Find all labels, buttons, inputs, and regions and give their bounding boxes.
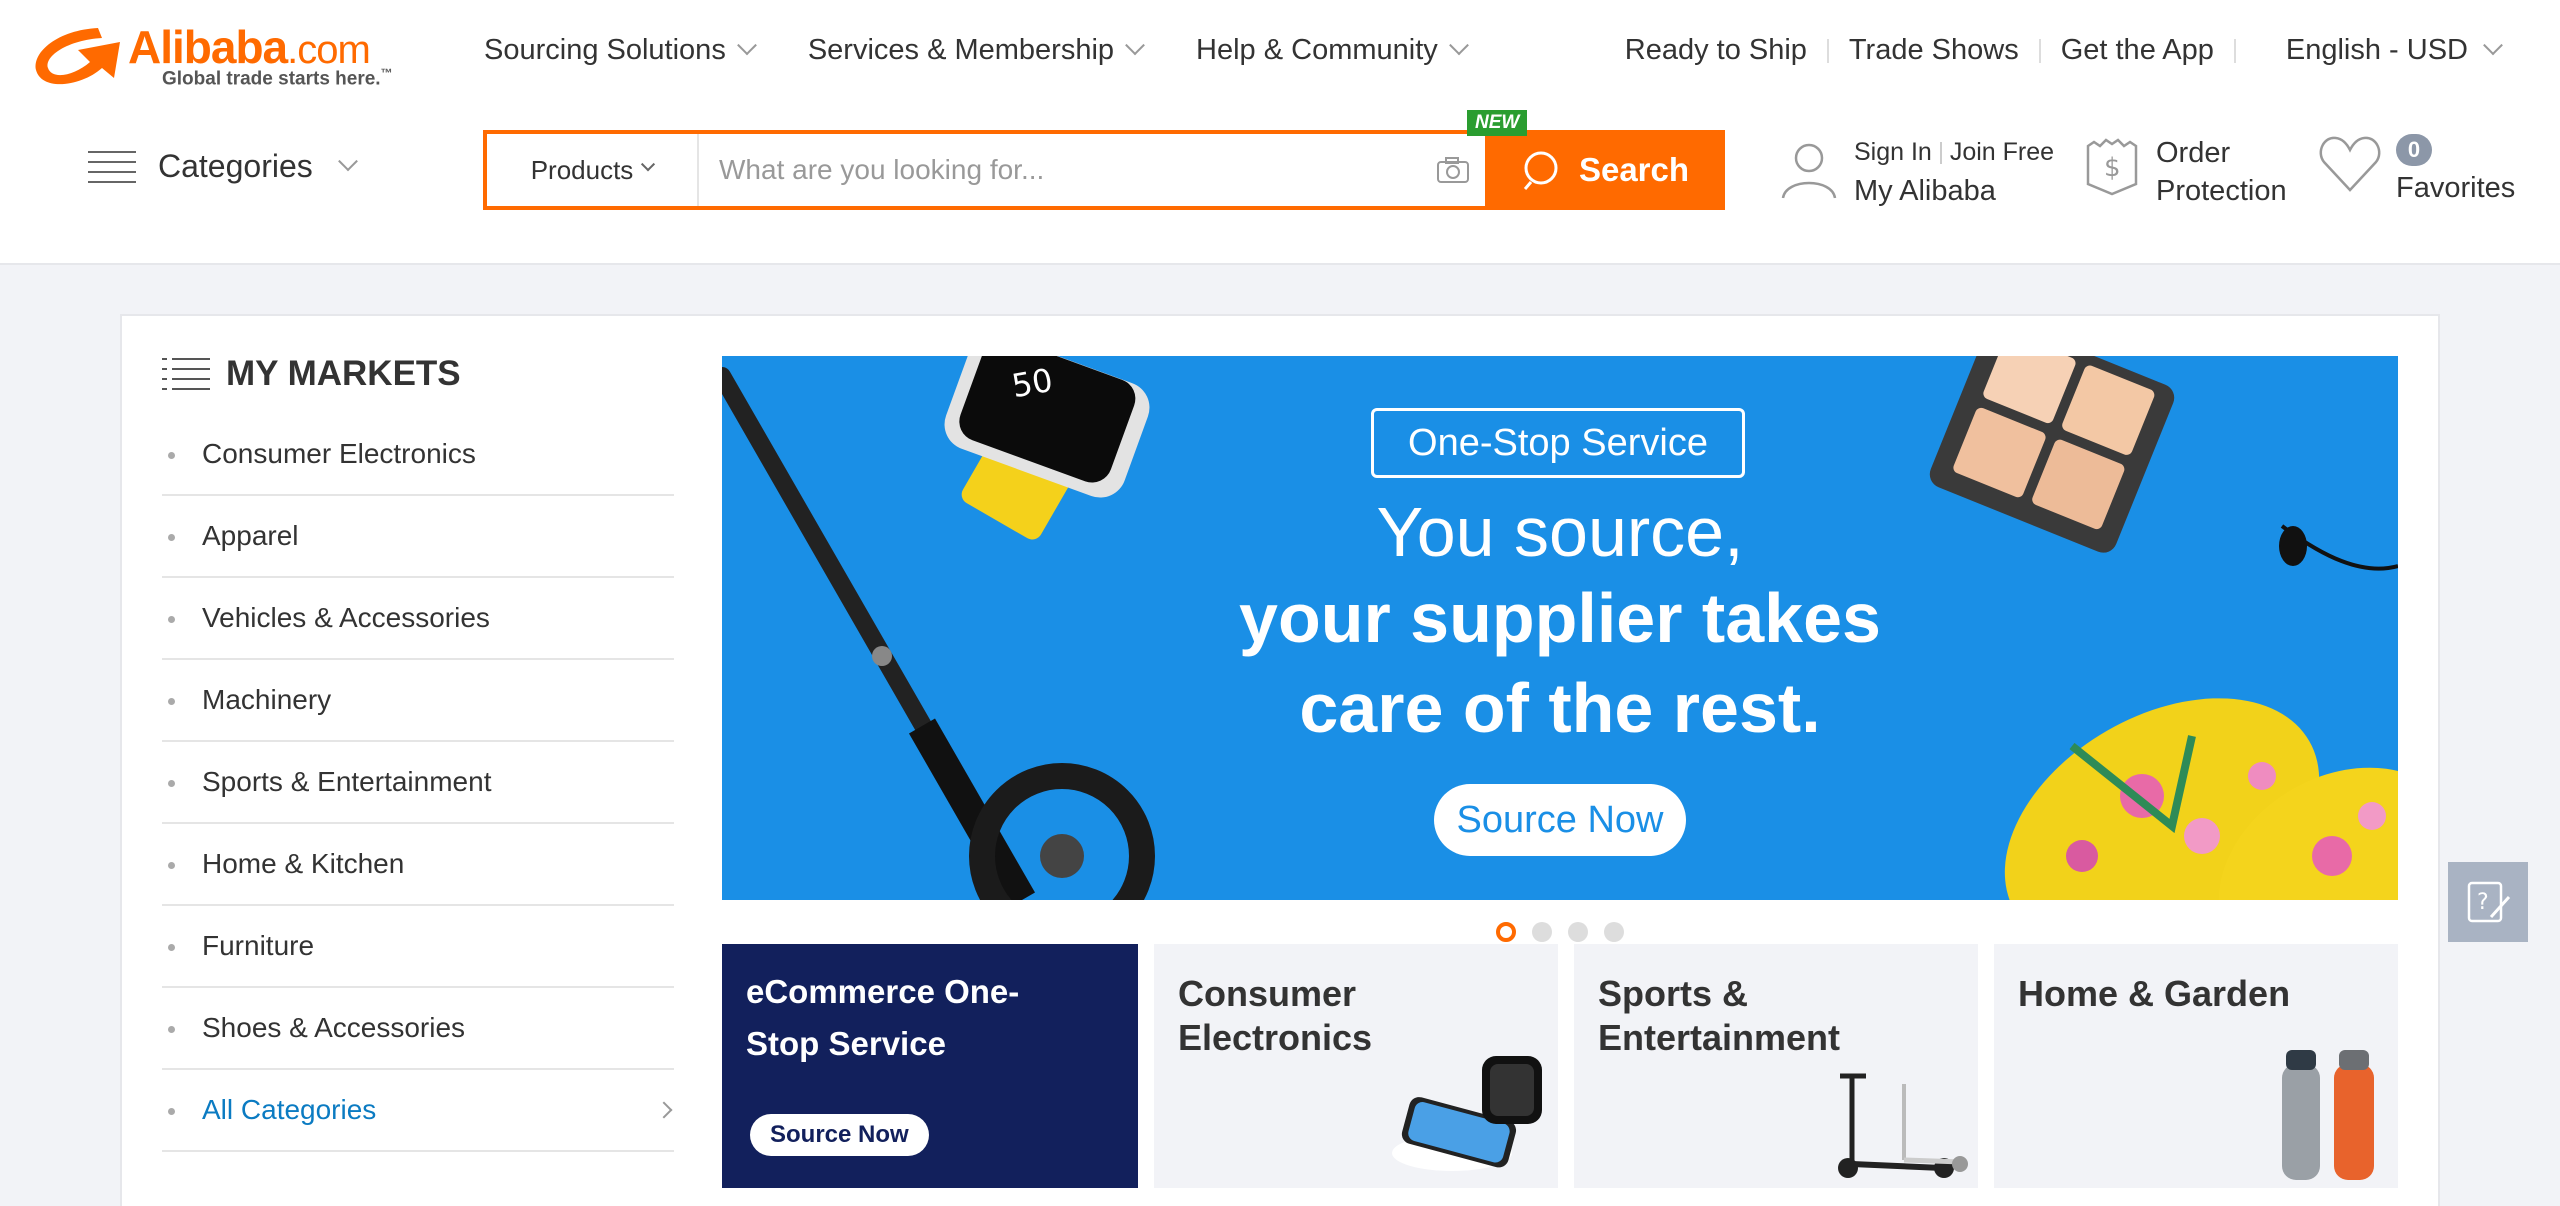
favorites-label: Favorites <box>2396 172 2516 204</box>
my-markets-panel: MY MARKETS Consumer Electronics Apparel … <box>162 346 674 1152</box>
search-input[interactable] <box>699 134 1421 206</box>
carousel-dots <box>1496 922 1624 942</box>
alibaba-logo[interactable]: Alibaba.com Global trade starts here.™ <box>28 18 418 92</box>
order-protection-line1: Order <box>2156 137 2231 169</box>
promo-banner[interactable]: 50 One-Stop Service You source, your sup… <box>722 356 2398 900</box>
language-currency-selector[interactable]: English - USD <box>2285 34 2503 67</box>
feedback-button[interactable]: ? <box>2448 862 2528 942</box>
nav-help-community[interactable]: Help & Community <box>1196 34 1469 67</box>
svg-text:$: $ <box>2104 153 2121 183</box>
logo-smile-icon <box>35 28 121 85</box>
divider <box>1939 141 1942 164</box>
language-label: English - USD <box>2285 34 2468 66</box>
tile-ecommerce-title: eCommerce One-Stop Service <box>746 973 1020 1062</box>
nav-sourcing-solutions[interactable]: Sourcing Solutions <box>484 34 757 67</box>
scooter-image <box>1838 1073 1968 1178</box>
chevron-down-icon <box>1125 34 1145 55</box>
bottles-image <box>2282 1050 2374 1180</box>
divider <box>2233 38 2236 63</box>
order-protection-line2: Protection <box>2156 175 2287 207</box>
sign-in-link[interactable]: Sign In <box>1854 138 1932 167</box>
banner-headline-line2: your supplier takes <box>1239 579 1881 657</box>
list-icon <box>88 149 136 185</box>
search-button[interactable]: NEW Search <box>1467 110 1725 210</box>
banner-headline-line1: You source, <box>1376 493 1744 571</box>
my-markets-heading: MY MARKETS <box>162 346 674 402</box>
banner-tag: One-Stop Service <box>1371 408 1745 478</box>
market-item-machinery[interactable]: Machinery <box>162 660 674 742</box>
heart-icon <box>2319 136 2381 192</box>
carousel-dot-4[interactable] <box>1604 922 1624 942</box>
tile-ecommerce[interactable]: eCommerce One-Stop Service Source Now <box>722 944 1138 1188</box>
market-item-vehicles-accessories[interactable]: Vehicles & Accessories <box>162 578 674 660</box>
chevron-right-icon <box>655 1101 673 1119</box>
shield-dollar-icon: $ <box>2086 138 2138 196</box>
main-content: MY MARKETS Consumer Electronics Apparel … <box>120 314 2440 1206</box>
markets-list: Consumer Electronics Apparel Vehicles & … <box>162 414 674 1152</box>
search-button-label: Search <box>1578 151 1690 188</box>
divider <box>2038 38 2041 63</box>
ready-to-ship-link[interactable]: Ready to Ship <box>1625 34 1807 67</box>
get-app-link[interactable]: Get the App <box>2061 34 2214 67</box>
my-alibaba-link[interactable]: My Alibaba <box>1854 175 2054 208</box>
trade-shows-link[interactable]: Trade Shows <box>1849 34 2019 67</box>
new-badge: NEW <box>1467 110 1528 136</box>
market-item-sports-entertainment[interactable]: Sports & Entertainment <box>162 742 674 824</box>
tile-ecommerce-source-now-button[interactable]: Source Now <box>750 1114 929 1156</box>
all-categories-label: All Categories <box>202 1094 377 1125</box>
search-type-label: Products <box>530 154 634 185</box>
account-menu[interactable]: Sign In Join Free My Alibaba <box>1778 138 2054 208</box>
market-item-shoes-accessories[interactable]: Shoes & Accessories <box>162 988 674 1070</box>
carousel-dot-2[interactable] <box>1532 922 1552 942</box>
tile-consumer-electronics[interactable]: Consumer Electronics <box>1154 944 1558 1188</box>
search-icon <box>1523 151 1558 190</box>
chevron-down-icon <box>1448 34 1469 55</box>
svg-text:?: ? <box>2477 890 2489 915</box>
top-navigation: Sourcing Solutions Services & Membership… <box>484 34 1469 67</box>
divider <box>1826 38 1829 63</box>
watch-display-text: 50 <box>1009 361 1056 405</box>
phone-watch-image <box>1392 1056 1542 1171</box>
search-bar: Products NEW Search <box>483 110 1725 210</box>
tile-home-title: Home & Garden <box>2018 973 2291 1014</box>
user-icon <box>1781 143 1837 199</box>
chevron-down-icon <box>337 150 358 171</box>
tile-electronics-title: Consumer Electronics <box>1178 973 1373 1058</box>
search-type-select[interactable]: Products <box>487 134 699 206</box>
market-item-home-kitchen[interactable]: Home & Kitchen <box>162 824 674 906</box>
tile-home-garden[interactable]: Home & Garden <box>1994 944 2398 1188</box>
camera-icon[interactable] <box>1421 134 1485 206</box>
market-item-consumer-electronics[interactable]: Consumer Electronics <box>162 414 674 496</box>
banner-source-now-button[interactable]: Source Now <box>1434 784 1686 856</box>
all-categories-link[interactable]: All Categories <box>162 1070 674 1152</box>
logo-tagline: Global trade starts here.™ <box>162 66 393 90</box>
join-free-link[interactable]: Join Free <box>1950 138 2054 167</box>
site-header: Alibaba.com Global trade starts here.™ S… <box>0 0 2560 265</box>
list-icon <box>162 358 210 390</box>
categories-menu[interactable]: Categories <box>88 148 358 185</box>
order-protection-link[interactable]: $ Order Protection <box>2084 134 2287 210</box>
chevron-down-icon <box>736 34 757 55</box>
carousel-dot-3[interactable] <box>1568 922 1588 942</box>
market-item-furniture[interactable]: Furniture <box>162 906 674 988</box>
chevron-down-icon <box>641 157 656 172</box>
tile-sports-entertainment[interactable]: Sports & Entertainment <box>1574 944 1978 1188</box>
market-item-apparel[interactable]: Apparel <box>162 496 674 578</box>
categories-label: Categories <box>158 148 313 184</box>
favorites-count-badge: 0 <box>2396 134 2432 166</box>
top-links: Ready to Ship Trade Shows Get the App En… <box>1625 34 2503 67</box>
tile-sports-title: Sports & Entertainment <box>1598 973 1841 1058</box>
feedback-edit-icon: ? <box>2467 881 2511 923</box>
my-markets-title: MY MARKETS <box>226 354 461 393</box>
chevron-down-icon <box>2483 34 2503 55</box>
carousel-dot-1[interactable] <box>1496 922 1516 942</box>
nav-services-membership[interactable]: Services & Membership <box>808 34 1145 67</box>
banner-headline-line3: care of the rest. <box>1299 669 1821 747</box>
favorites-link[interactable]: 0 Favorites <box>2318 134 2515 205</box>
